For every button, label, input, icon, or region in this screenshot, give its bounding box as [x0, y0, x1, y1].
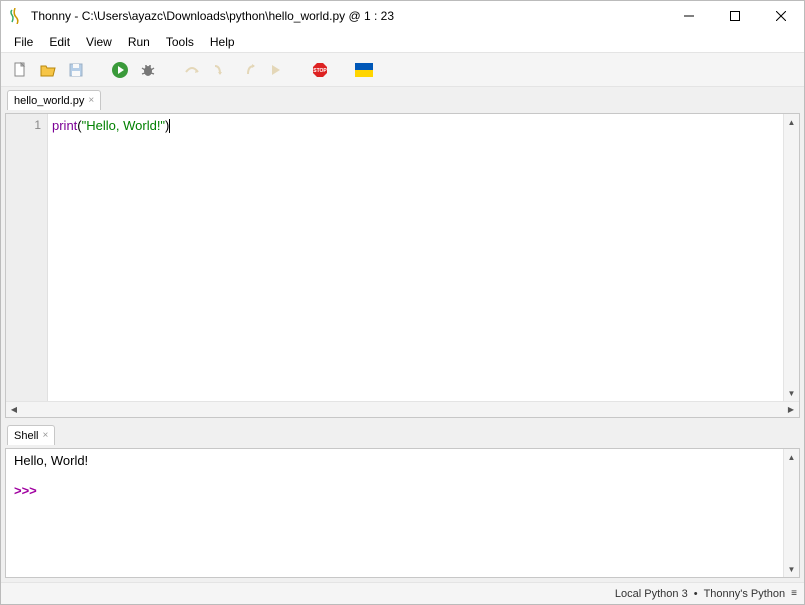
shell-tab[interactable]: Shell ×	[7, 425, 55, 445]
run-icon[interactable]	[109, 59, 131, 81]
stop-icon[interactable]: STOP	[309, 59, 331, 81]
menu-view[interactable]: View	[79, 33, 119, 51]
editor-vertical-scrollbar[interactable]: ▲ ▼	[783, 114, 799, 401]
step-out-icon[interactable]	[237, 59, 259, 81]
statusbar: Local Python 3 • Thonny's Python ≡	[1, 582, 804, 604]
scroll-down-icon[interactable]: ▼	[784, 561, 799, 577]
editor-tab-label: hello_world.py	[14, 95, 84, 107]
close-button[interactable]	[758, 1, 804, 31]
scroll-up-icon[interactable]: ▲	[784, 114, 799, 130]
text-cursor	[169, 119, 170, 133]
editor-horizontal-scrollbar[interactable]: ◀ ▶	[6, 401, 799, 417]
token-function: print	[52, 118, 77, 133]
editor-pane: 1 print("Hello, World!") ▲ ▼ ◀ ▶	[5, 113, 800, 418]
titlebar: Thonny - C:\Users\ayazc\Downloads\python…	[1, 1, 804, 31]
scroll-down-icon[interactable]: ▼	[784, 385, 799, 401]
token-string: "Hello, World!"	[82, 118, 165, 133]
shell[interactable]: Hello, World! >>> ▲ ▼	[6, 449, 799, 577]
shell-tabstrip: Shell ×	[1, 422, 804, 444]
step-over-icon[interactable]	[181, 59, 203, 81]
new-file-icon[interactable]	[9, 59, 31, 81]
line-number-1: 1	[6, 118, 41, 132]
hamburger-icon[interactable]: ≡	[791, 588, 796, 599]
code-text[interactable]: print("Hello, World!")	[48, 114, 783, 401]
open-folder-icon[interactable]	[37, 59, 59, 81]
editor-tab-hello-world[interactable]: hello_world.py ×	[7, 90, 101, 110]
menubar: File Edit View Run Tools Help	[1, 31, 804, 53]
close-icon[interactable]: ×	[42, 430, 48, 441]
shell-prompt: >>>	[14, 483, 40, 498]
close-icon[interactable]: ×	[88, 95, 94, 106]
menu-run[interactable]: Run	[121, 33, 157, 51]
menu-tools[interactable]: Tools	[159, 33, 201, 51]
app-window: Thonny - C:\Users\ayazc\Downloads\python…	[0, 0, 805, 605]
shell-output: Hello, World!	[14, 453, 88, 468]
code-editor[interactable]: 1 print("Hello, World!") ▲ ▼	[6, 114, 799, 401]
ukraine-flag-icon[interactable]	[353, 59, 375, 81]
thonny-app-icon	[9, 8, 25, 24]
status-interpreter[interactable]: Local Python 3	[615, 588, 688, 600]
shell-vertical-scrollbar[interactable]: ▲ ▼	[783, 449, 799, 577]
shell-text[interactable]: Hello, World! >>>	[6, 449, 783, 577]
menu-help[interactable]: Help	[203, 33, 242, 51]
scroll-up-icon[interactable]: ▲	[784, 449, 799, 465]
resume-icon[interactable]	[265, 59, 287, 81]
status-backend[interactable]: Thonny's Python	[704, 588, 786, 600]
editor-tabstrip: hello_world.py ×	[1, 87, 804, 109]
workspace: hello_world.py × 1 print("Hello, World!"…	[1, 87, 804, 582]
scroll-right-icon[interactable]: ▶	[783, 402, 799, 417]
menu-edit[interactable]: Edit	[42, 33, 77, 51]
minimize-button[interactable]	[666, 1, 712, 31]
svg-text:STOP: STOP	[313, 68, 327, 74]
shell-tab-label: Shell	[14, 430, 38, 442]
debug-icon[interactable]	[137, 59, 159, 81]
scroll-left-icon[interactable]: ◀	[6, 402, 22, 417]
line-gutter: 1	[6, 114, 48, 401]
maximize-button[interactable]	[712, 1, 758, 31]
save-icon[interactable]	[65, 59, 87, 81]
window-title: Thonny - C:\Users\ayazc\Downloads\python…	[31, 9, 394, 23]
status-separator: •	[694, 588, 698, 600]
menu-file[interactable]: File	[7, 33, 40, 51]
shell-pane: Hello, World! >>> ▲ ▼	[5, 448, 800, 578]
step-into-icon[interactable]	[209, 59, 231, 81]
toolbar: STOP	[1, 53, 804, 87]
window-controls	[666, 1, 804, 31]
